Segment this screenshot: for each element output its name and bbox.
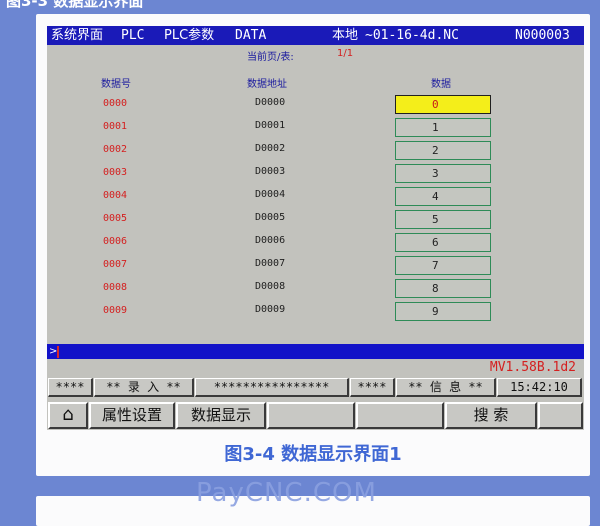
row-addr: D0002 — [255, 143, 286, 154]
status-bar: **** ** 录 入 ** **************** **** ** … — [47, 376, 584, 398]
command-line[interactable]: > — [47, 344, 584, 359]
empty-softkey-5[interactable] — [356, 402, 444, 429]
home-icon: ⌂ — [62, 404, 74, 425]
home-softkey[interactable]: ⌂ — [48, 402, 88, 429]
status-field-4: **** — [350, 378, 395, 397]
row-num: 0005 — [103, 213, 128, 224]
file-name: ~01-16-4d.NC — [365, 28, 459, 43]
col-header-addr: 数据地址 — [247, 79, 287, 90]
data-display-softkey[interactable]: 数据显示 — [176, 402, 266, 429]
program-number: N000003 — [515, 28, 570, 43]
status-field-3: **************** — [195, 378, 349, 397]
location-label: 本地 — [332, 28, 359, 43]
menu-system[interactable]: 系统界面 — [51, 26, 103, 45]
menu-data[interactable]: DATA — [235, 26, 266, 45]
empty-softkey-4[interactable] — [267, 402, 355, 429]
row-num: 0004 — [103, 190, 128, 201]
row-num: 0007 — [103, 259, 128, 270]
row-num: 0001 — [103, 121, 128, 132]
search-softkey[interactable]: 搜 索 — [445, 402, 537, 429]
row-addr: D0003 — [255, 166, 286, 177]
row-num: 0008 — [103, 282, 128, 293]
menu-plc[interactable]: PLC — [121, 26, 144, 45]
attribute-settings-softkey[interactable]: 属性设置 — [89, 402, 175, 429]
row-addr: D0008 — [255, 281, 286, 292]
page-info-value: 1/1 — [337, 48, 354, 59]
softkey-bar: ⌂ 属性设置 数据显示 搜 索 — [47, 401, 584, 430]
row-num: 0009 — [103, 305, 128, 316]
data-field[interactable]: 1 — [395, 118, 491, 137]
col-header-num: 数据号 — [101, 79, 131, 90]
status-clock: 15:42:10 — [497, 378, 582, 397]
data-field[interactable]: 8 — [395, 279, 491, 298]
data-field[interactable]: 7 — [395, 256, 491, 275]
data-field[interactable]: 2 — [395, 141, 491, 160]
row-addr: D0005 — [255, 212, 286, 223]
data-field-active[interactable]: 0 — [395, 95, 491, 114]
version-label: MV1.58B.1d2 — [489, 360, 576, 375]
status-mode: ** 录 入 ** — [94, 378, 194, 397]
header-caption: 图3-3 数据显示界面 — [6, 0, 144, 10]
col-header-val: 数据 — [431, 79, 451, 90]
text-cursor — [57, 346, 59, 358]
row-num: 0002 — [103, 144, 128, 155]
row-addr: D0001 — [255, 120, 286, 131]
data-field[interactable]: 4 — [395, 187, 491, 206]
data-field[interactable]: 9 — [395, 302, 491, 321]
row-num: 0003 — [103, 167, 128, 178]
data-field[interactable]: 5 — [395, 210, 491, 229]
data-field[interactable]: 6 — [395, 233, 491, 252]
status-info: ** 信 息 ** — [396, 378, 496, 397]
row-addr: D0009 — [255, 304, 286, 315]
figure-caption: 图3-4 数据显示界面1 — [224, 444, 402, 465]
row-addr: D0007 — [255, 258, 286, 269]
page-info-label: 当前页/表: — [247, 52, 294, 63]
data-field[interactable]: 3 — [395, 164, 491, 183]
row-num: 0000 — [103, 98, 128, 109]
status-field-1: **** — [48, 378, 93, 397]
row-addr: D0004 — [255, 189, 286, 200]
watermark: PayCNC.COM — [196, 478, 377, 508]
row-addr: D0000 — [255, 97, 286, 108]
row-num: 0006 — [103, 236, 128, 247]
cnc-screen: 系统界面 PLC PLC参数 DATA 本地 ~01-16-4d.NC N000… — [47, 26, 584, 430]
empty-softkey-7[interactable] — [538, 402, 583, 429]
row-addr: D0006 — [255, 235, 286, 246]
menu-plc-params[interactable]: PLC参数 — [164, 26, 214, 45]
title-bar: 系统界面 PLC PLC参数 DATA 本地 ~01-16-4d.NC N000… — [47, 26, 584, 45]
